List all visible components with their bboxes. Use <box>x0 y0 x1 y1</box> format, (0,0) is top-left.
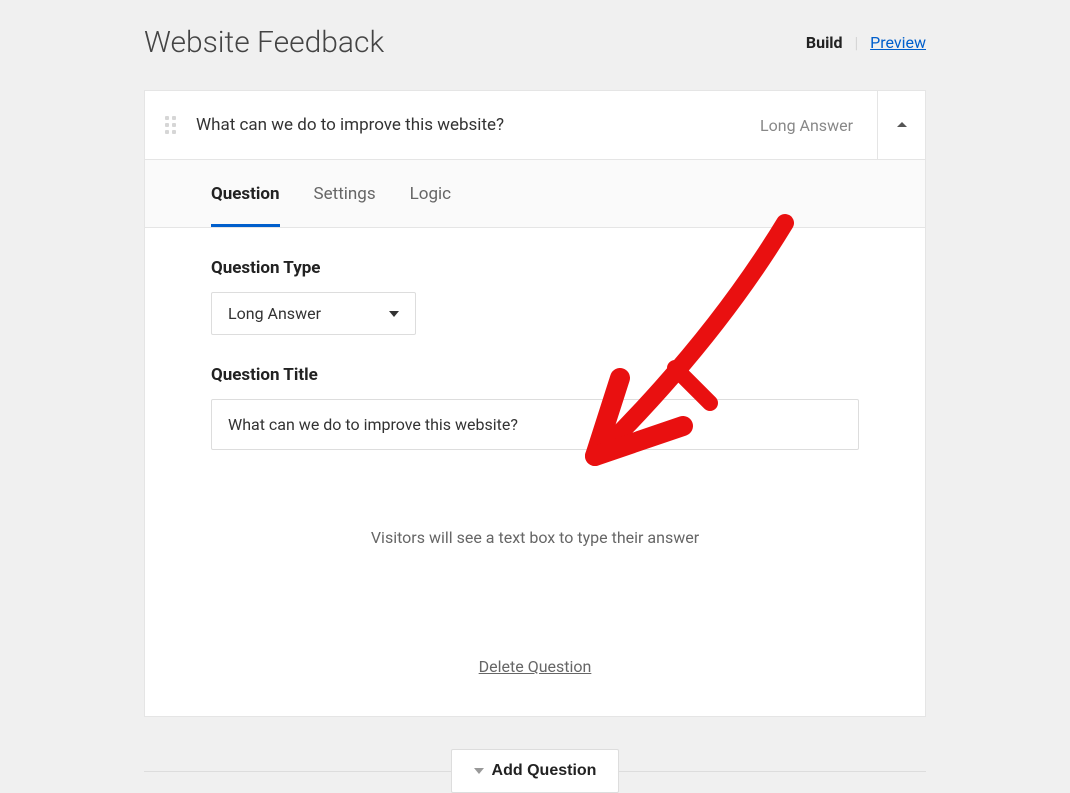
tab-settings[interactable]: Settings <box>314 160 376 227</box>
delete-question-wrapper: Delete Question <box>211 657 859 676</box>
add-question-label: Add Question <box>492 762 597 780</box>
tab-question[interactable]: Question <box>211 160 280 227</box>
question-card-header: What can we do to improve this website? … <box>145 91 925 160</box>
tabs: Question Settings Logic <box>145 160 925 228</box>
question-card: What can we do to improve this website? … <box>144 90 926 717</box>
nav-separator: | <box>855 33 859 52</box>
question-type-value: Long Answer <box>228 304 321 323</box>
collapse-button[interactable] <box>877 91 925 159</box>
add-question-button[interactable]: Add Question <box>451 749 620 793</box>
nav-preview[interactable]: Preview <box>870 33 926 52</box>
helper-text: Visitors will see a text box to type the… <box>211 528 859 547</box>
question-type-select[interactable]: Long Answer <box>211 292 416 335</box>
add-question-row: Add Question <box>144 749 926 793</box>
chevron-up-icon <box>896 121 908 129</box>
question-title-input[interactable] <box>211 399 859 450</box>
question-type-label: Question Type <box>211 258 859 278</box>
chevron-down-icon <box>389 311 399 317</box>
drag-handle-icon[interactable] <box>145 116 196 134</box>
question-header-type: Long Answer <box>760 116 877 135</box>
question-title-label: Question Title <box>211 365 859 385</box>
header-nav: Build | Preview <box>806 33 926 52</box>
question-card-body: Question Type Long Answer Question Title… <box>145 228 925 716</box>
page-title: Website Feedback <box>144 25 384 60</box>
page-header: Website Feedback Build | Preview <box>144 25 926 60</box>
question-header-title: What can we do to improve this website? <box>196 91 760 159</box>
nav-build[interactable]: Build <box>806 33 843 52</box>
tab-logic[interactable]: Logic <box>410 160 451 227</box>
chevron-down-icon <box>474 768 484 774</box>
delete-question-link[interactable]: Delete Question <box>479 657 592 676</box>
